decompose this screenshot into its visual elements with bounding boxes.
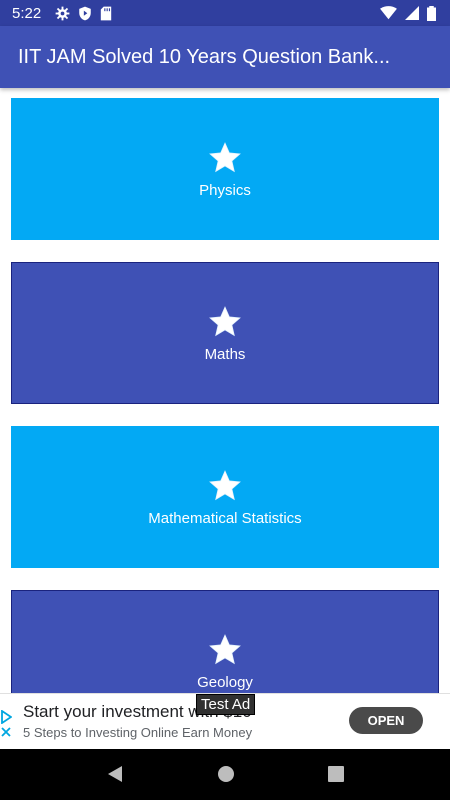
card-label: Physics	[199, 181, 251, 199]
category-list[interactable]: Physics Maths Mathematical Statistics Ge…	[0, 88, 450, 693]
card-geology[interactable]: Geology	[11, 590, 439, 693]
star-icon	[209, 469, 241, 500]
star-icon	[209, 305, 241, 336]
status-icons-right	[380, 5, 436, 21]
settings-icon	[55, 6, 70, 20]
test-ad-label: Test Ad	[196, 694, 256, 715]
app-title: IIT JAM Solved 10 Years Question Bank...	[18, 45, 391, 68]
ad-banner[interactable]: Start your investment with $10 5 Steps t…	[0, 693, 450, 749]
shield-icon	[79, 6, 91, 20]
star-icon	[209, 141, 241, 172]
status-time: 5:22	[12, 4, 42, 22]
sd-card-icon	[101, 6, 112, 20]
nav-bar	[0, 748, 450, 800]
status-icons-left	[55, 6, 112, 21]
recents-icon[interactable]	[327, 766, 344, 782]
signal-icon	[405, 6, 419, 20]
card-label: Maths	[204, 345, 246, 363]
card-mathematical-statistics[interactable]: Mathematical Statistics	[11, 426, 439, 568]
star-icon	[209, 633, 241, 664]
battery-icon	[427, 5, 436, 21]
card-physics[interactable]: Physics	[11, 98, 439, 240]
play-triangle-icon	[1, 710, 12, 724]
card-label: Geology	[197, 673, 253, 691]
app-bar: IIT JAM Solved 10 Years Question Bank...	[0, 26, 450, 88]
card-maths[interactable]: Maths	[11, 262, 439, 404]
ad-subtitle[interactable]: 5 Steps to Investing Online Earn Money	[23, 725, 252, 740]
card-label: Mathematical Statistics	[148, 509, 302, 527]
wifi-icon	[380, 6, 397, 20]
status-bar: 5:22	[0, 0, 450, 26]
ad-open-button[interactable]: OPEN	[349, 707, 423, 734]
close-icon[interactable]	[0, 726, 12, 738]
home-icon[interactable]	[217, 765, 235, 783]
ad-choices[interactable]	[0, 710, 12, 738]
back-icon[interactable]	[106, 765, 124, 783]
